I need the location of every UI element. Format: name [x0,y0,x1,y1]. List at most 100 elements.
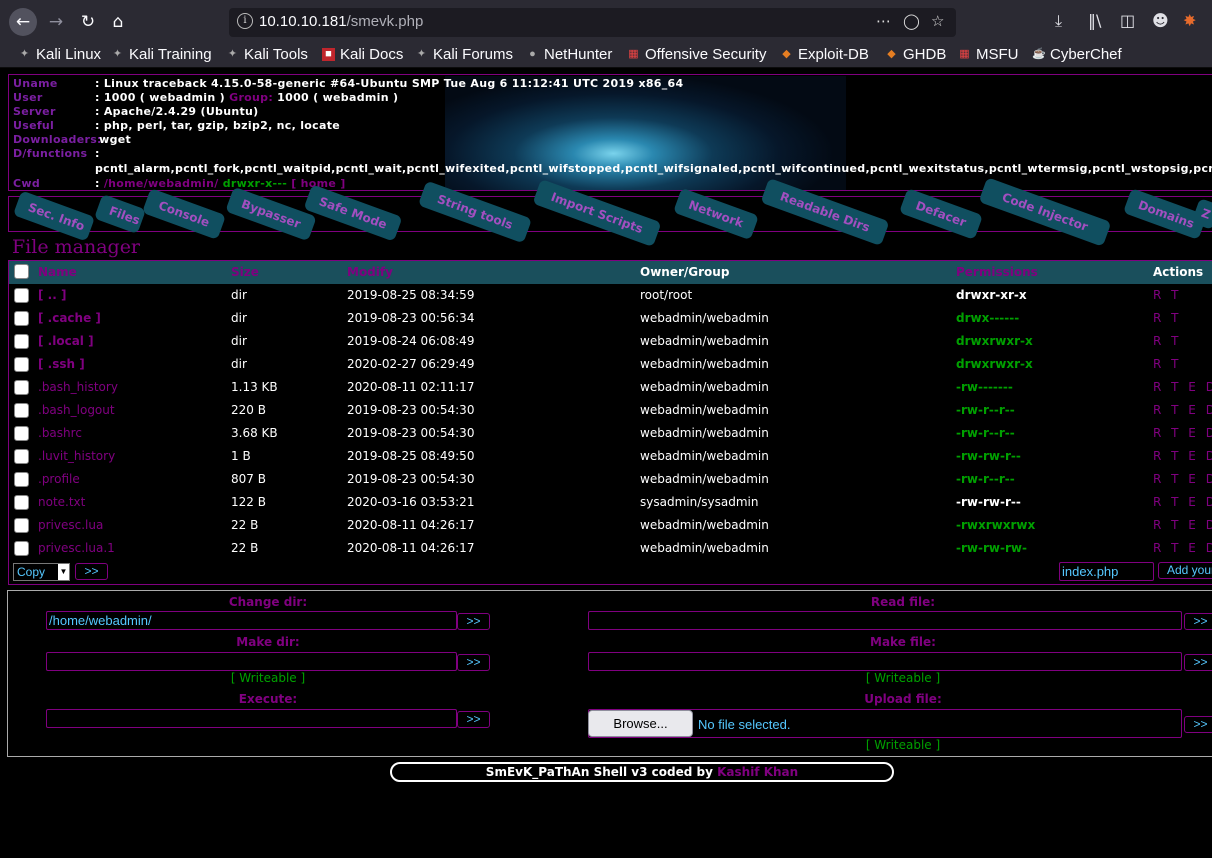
file-name-link[interactable]: [ .local ] [38,334,94,348]
file-name-link[interactable]: privesc.lua.1 [38,541,115,555]
file-permissions-link[interactable]: -rw-r--r-- [956,403,1015,417]
make-dir-go-button[interactable]: >> [457,654,490,671]
row-checkbox[interactable] [14,495,29,510]
pocket-icon[interactable]: ◯ [903,12,920,30]
row-checkbox[interactable] [14,311,29,326]
row-checkbox[interactable] [14,380,29,395]
tab-files[interactable]: Files [93,193,147,235]
tab-defacer[interactable]: Defacer [898,188,984,240]
account-icon[interactable]: ☻ [1152,11,1169,30]
url-bar[interactable]: i 10.10.10.181/smevk.php ⋯ ◯ ☆ [229,8,956,37]
file-permissions-link[interactable]: drwxrwxr-x [956,334,1033,348]
tab-bypasser[interactable]: Bypasser [225,186,317,242]
select-all-checkbox[interactable] [14,264,29,279]
downloads-icon[interactable]: ⤓ [1055,11,1062,31]
tab-sec-info[interactable]: Sec. Info [12,190,96,242]
bookmark-msfu[interactable]: ▦ MSFU [958,46,1018,63]
bookmark-kali-tools[interactable]: ✦ Kali Tools [226,46,308,63]
change-dir-go-button[interactable]: >> [457,613,490,630]
file-permissions-link[interactable]: -rw-r--r-- [956,426,1015,440]
file-name-link[interactable]: [ .cache ] [38,311,101,325]
read-file-input[interactable] [588,611,1182,630]
row-checkbox[interactable] [14,541,29,556]
file-actions[interactable]: R T E D [1153,449,1212,463]
file-name-link[interactable]: [ .ssh ] [38,357,85,371]
bookmark-exploit-db[interactable]: ◆ Exploit-DB [780,46,869,63]
page-actions-icon[interactable]: ⋯ [876,12,891,30]
sidebar-icon[interactable]: ◫ [1120,11,1135,30]
change-dir-input[interactable]: /home/webadmin/ [46,611,457,630]
file-name-link[interactable]: .profile [38,472,80,486]
file-actions[interactable]: R T E D [1153,426,1212,440]
row-checkbox[interactable] [14,426,29,441]
row-checkbox[interactable] [14,357,29,372]
browse-button[interactable]: Browse... [588,710,693,737]
site-info-icon[interactable]: i [237,13,253,29]
file-permissions-link[interactable]: drwx------ [956,311,1019,325]
file-name-link[interactable]: .bashrc [38,426,82,440]
row-checkbox[interactable] [14,288,29,303]
make-file-input[interactable] [588,652,1182,671]
add-file-button[interactable]: Add your [1158,562,1212,579]
bookmark-kali-linux[interactable]: ✦ Kali Linux [18,46,101,63]
file-actions[interactable]: R T E D [1153,380,1212,394]
bookmark-kali-training[interactable]: ✦ Kali Training [111,46,212,63]
file-permissions-link[interactable]: -rw-rw-r-- [956,449,1021,463]
file-name-link[interactable]: .luvit_history [38,449,115,463]
author-link[interactable]: Kashif Khan [717,765,798,779]
file-permissions-link[interactable]: drwxrwxr-x [956,357,1033,371]
extension-icon[interactable]: ✸ [1183,11,1196,30]
execute-go-button[interactable]: >> [457,711,490,728]
action-go-button[interactable]: >> [75,563,108,580]
file-actions[interactable]: R T [1153,311,1181,325]
row-checkbox[interactable] [14,334,29,349]
file-name-link[interactable]: [ .. ] [38,288,66,302]
url-text[interactable]: 10.10.10.181/smevk.php [259,13,423,30]
tab-network[interactable]: Network [673,187,759,241]
make-file-go-button[interactable]: >> [1184,654,1212,671]
row-checkbox[interactable] [14,403,29,418]
file-name-link[interactable]: note.txt [38,495,85,509]
file-permissions-link[interactable]: -rwxrwxrwx [956,518,1035,532]
upload-go-button[interactable]: >> [1184,716,1212,733]
file-permissions-link[interactable]: drwxr-xr-x [956,288,1027,302]
file-actions[interactable]: R T E D [1153,541,1212,555]
bookmark-offensive-security[interactable]: ▦ Offensive Security [627,46,766,63]
header-size[interactable]: Size [231,265,259,279]
file-actions[interactable]: R T E D [1153,472,1212,486]
header-modify[interactable]: Modify [347,265,393,279]
row-checkbox[interactable] [14,518,29,533]
file-permissions-link[interactable]: -rw-rw-rw- [956,541,1027,555]
reload-icon[interactable]: ↻ [74,8,102,36]
bookmark-cyberchef[interactable]: ☕ CyberChef [1032,46,1122,63]
make-dir-input[interactable] [46,652,457,671]
bookmark-kali-docs[interactable]: ■ Kali Docs [322,46,403,63]
file-actions[interactable]: R T [1153,357,1181,371]
file-actions[interactable]: R T [1153,334,1181,348]
action-select[interactable]: Copy ▼ [13,563,70,581]
read-file-go-button[interactable]: >> [1184,613,1212,630]
row-checkbox[interactable] [14,472,29,487]
library-icon[interactable]: ‖\ [1088,11,1101,30]
bookmark-star-icon[interactable]: ☆ [931,12,944,30]
header-permissions[interactable]: Permissions [956,265,1038,279]
file-name-link[interactable]: .bash_logout [38,403,115,417]
cwd-path-link[interactable]: /home/webadmin/ [104,177,219,190]
bookmark-ghdb[interactable]: ◆ GHDB [885,46,946,63]
file-permissions-link[interactable]: -rw-rw-r-- [956,495,1021,509]
bookmark-kali-forums[interactable]: ✦ Kali Forums [415,46,513,63]
file-permissions-link[interactable]: -rw-r--r-- [956,472,1015,486]
file-actions[interactable]: R T E D [1153,518,1212,532]
file-name-link[interactable]: .bash_history [38,380,118,394]
row-checkbox[interactable] [14,449,29,464]
file-actions[interactable]: R T E D [1153,403,1212,417]
forward-arrow-icon[interactable]: → [42,8,70,36]
file-name-link[interactable]: privesc.lua [38,518,103,532]
home-icon[interactable]: ⌂ [104,8,132,36]
new-file-input[interactable]: index.php [1059,562,1154,581]
file-actions[interactable]: R T [1153,288,1181,302]
bookmark-nethunter[interactable]: ● NetHunter [526,46,612,63]
tab-safe-mode[interactable]: Safe Mode [303,184,403,242]
back-arrow-icon[interactable]: ← [9,8,37,36]
file-actions[interactable]: R T E D [1153,495,1212,509]
